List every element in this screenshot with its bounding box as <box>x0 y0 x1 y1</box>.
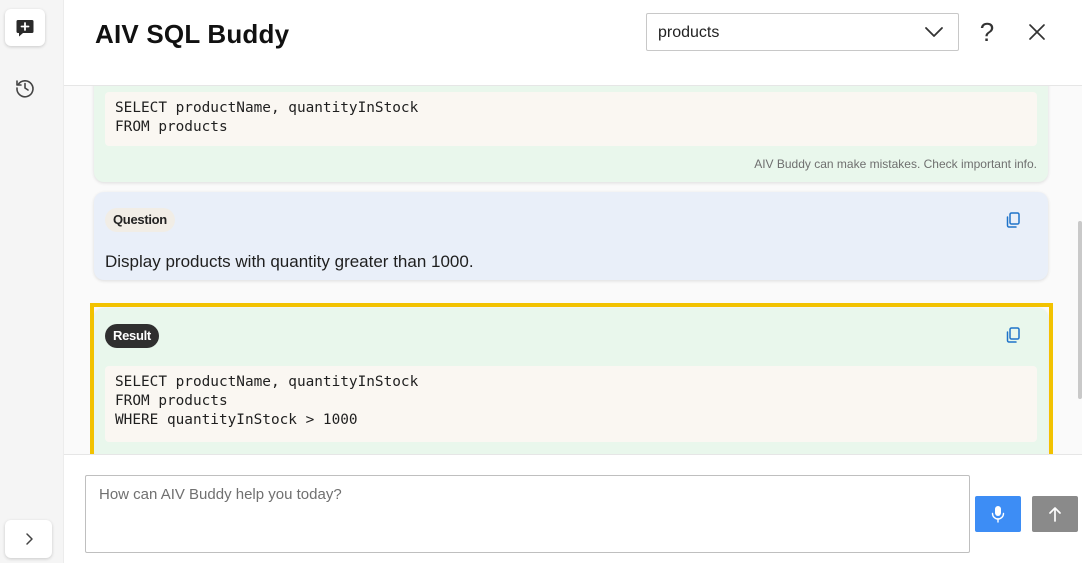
disclaimer-text: AIV Buddy can make mistakes. Check impor… <box>754 157 1037 171</box>
close-button[interactable] <box>1024 18 1050 46</box>
code-line: SELECT productName, quantityInStock <box>115 374 419 390</box>
chat-history[interactable]: SELECT productName, quantityInStock FROM… <box>64 86 1082 454</box>
question-text: Display products with quantity greater t… <box>105 252 474 271</box>
copy-icon[interactable] <box>1004 211 1022 229</box>
history-button[interactable] <box>10 73 40 103</box>
help-button[interactable]: ? <box>974 16 1000 48</box>
chat-scrollbar[interactable] <box>1078 221 1082 399</box>
question-badge: Question <box>105 208 175 232</box>
result-code: SELECT productName, quantityInStock FROM… <box>105 366 1037 442</box>
send-button[interactable] <box>1032 496 1078 532</box>
expand-sidebar-button[interactable] <box>5 520 52 558</box>
header: AIV SQL Buddy products ? <box>64 0 1082 86</box>
history-icon <box>16 80 34 98</box>
input-area <box>64 454 1082 563</box>
microphone-icon <box>991 506 1005 523</box>
code-line: WHERE quantityInStock > 1000 <box>115 412 358 428</box>
table-select[interactable]: products <box>646 13 959 51</box>
result-card: Result SELECT productName, quantityInSto… <box>94 308 1048 454</box>
previous-result-code: SELECT productName, quantityInStock FROM… <box>105 92 1037 146</box>
app-title: AIV SQL Buddy <box>95 19 290 49</box>
new-chat-icon <box>16 19 34 36</box>
chevron-down-icon <box>925 27 943 37</box>
arrow-up-icon <box>1049 507 1061 522</box>
code-line: FROM products <box>115 393 228 409</box>
chevron-right-icon <box>25 533 33 545</box>
code-line: SELECT productName, quantityInStock <box>115 100 419 116</box>
result-badge: Result <box>105 324 159 348</box>
code-line: FROM products <box>115 119 228 135</box>
copy-icon[interactable] <box>1004 326 1022 344</box>
microphone-button[interactable] <box>975 496 1021 532</box>
close-icon <box>1029 24 1045 40</box>
previous-result-card: SELECT productName, quantityInStock FROM… <box>94 86 1048 182</box>
left-rail <box>0 0 64 563</box>
question-card: Question Display products with quantity … <box>94 192 1048 280</box>
table-select-value: products <box>658 24 720 41</box>
new-chat-button[interactable] <box>5 9 45 46</box>
prompt-input[interactable] <box>85 475 970 553</box>
